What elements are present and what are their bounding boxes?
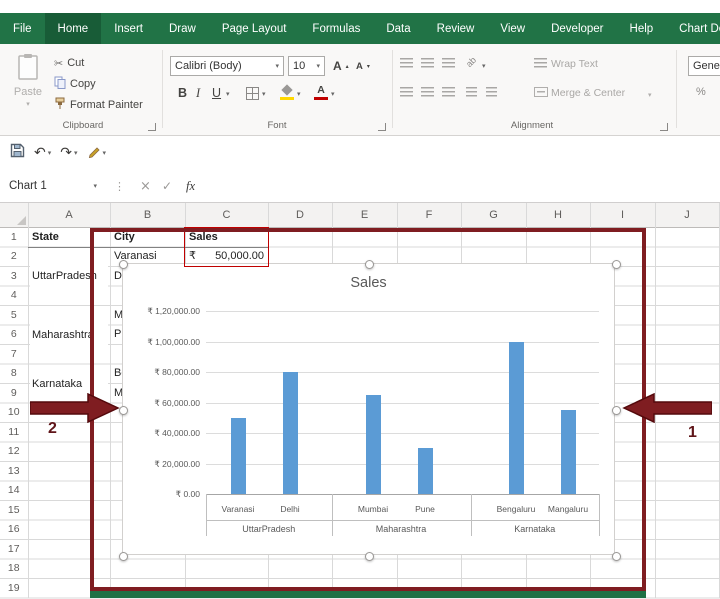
- row-header-18[interactable]: 18: [0, 559, 28, 579]
- row-header-15[interactable]: 15: [0, 501, 28, 521]
- row-header-13[interactable]: 13: [0, 462, 28, 482]
- row-header-8[interactable]: 8: [0, 364, 28, 384]
- annotation-label-2: 2: [48, 420, 57, 437]
- status-bar: [90, 591, 646, 598]
- row-header-7[interactable]: 7: [0, 345, 28, 365]
- row-header-9[interactable]: 9: [0, 384, 28, 404]
- row-header-1[interactable]: 1: [0, 228, 28, 248]
- row-header-19[interactable]: 19: [0, 579, 28, 599]
- grid-line: [28, 203, 29, 598]
- annotation-rectangle: [90, 228, 646, 591]
- select-all-button[interactable]: [17, 216, 26, 225]
- col-header-H[interactable]: H: [526, 203, 590, 227]
- col-header-F[interactable]: F: [397, 203, 461, 227]
- col-header-J[interactable]: J: [655, 203, 719, 227]
- col-header-I[interactable]: I: [590, 203, 655, 227]
- row-header-14[interactable]: 14: [0, 481, 28, 501]
- col-header-G[interactable]: G: [461, 203, 526, 227]
- row-header-17[interactable]: 17: [0, 540, 28, 560]
- col-header-C[interactable]: C: [185, 203, 268, 227]
- annotation-arrow-1: [622, 393, 712, 423]
- row-header-10[interactable]: 10: [0, 403, 28, 423]
- row-header-11[interactable]: 11: [0, 423, 28, 443]
- row-header-4[interactable]: 4: [0, 286, 28, 306]
- col-header-A[interactable]: A: [28, 203, 110, 227]
- row-header-6[interactable]: 6: [0, 325, 28, 345]
- col-header-E[interactable]: E: [332, 203, 397, 227]
- col-header-B[interactable]: B: [110, 203, 185, 227]
- col-header-D[interactable]: D: [268, 203, 332, 227]
- row-header-12[interactable]: 12: [0, 442, 28, 462]
- row-header-5[interactable]: 5: [0, 306, 28, 326]
- row-header-3[interactable]: 3: [0, 267, 28, 287]
- row-header-2[interactable]: 2: [0, 247, 28, 267]
- annotation-label-1: 1: [688, 424, 697, 441]
- annotation-arrow-2: [30, 393, 120, 423]
- row-header-16[interactable]: 16: [0, 520, 28, 540]
- excel-window: File Home Insert Draw Page Layout Formulas Dat…: [0, 0, 720, 599]
